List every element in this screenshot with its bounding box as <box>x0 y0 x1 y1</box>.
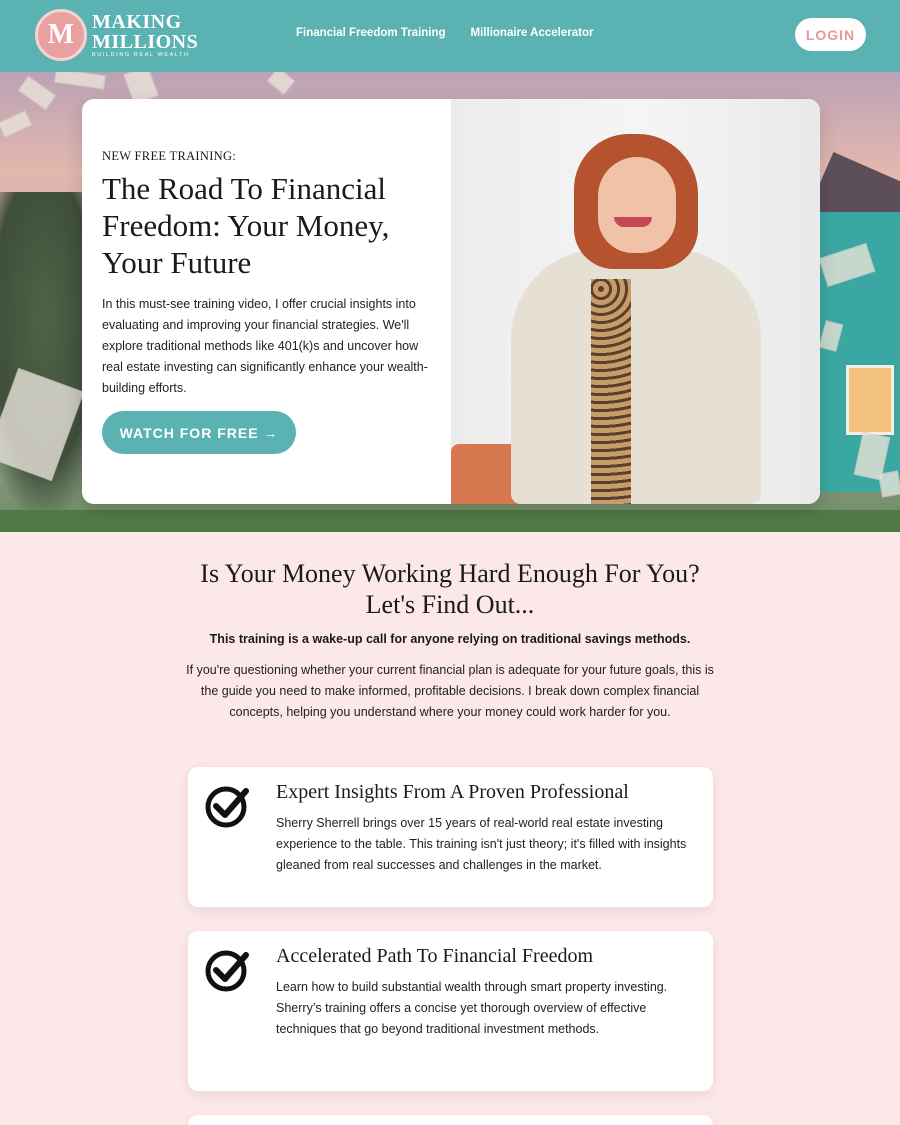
feature-card-expert-insights: Expert Insights From A Proven Profession… <box>188 767 713 907</box>
flying-money-bill <box>17 75 57 111</box>
hero-card: NEW FREE TRAINING: The Road To Financial… <box>82 99 820 504</box>
hero-title: The Road To Financial Freedom: Your Mone… <box>102 171 390 280</box>
background-grass <box>0 510 900 532</box>
flying-money-bill <box>266 72 296 95</box>
flying-money-bill <box>0 110 32 138</box>
logo-badge-icon: M <box>35 9 87 61</box>
watch-for-free-button[interactable]: WATCH FOR FREE → <box>102 411 296 454</box>
logo-line-millions: MILLIONS <box>92 30 199 53</box>
section-title: Is Your Money Working Hard Enough For Yo… <box>200 559 700 619</box>
section-bold-line: This training is a wake-up call for anyo… <box>209 632 691 646</box>
photo-leopard-shirt <box>591 279 631 504</box>
photo-smile <box>614 217 652 227</box>
login-button[interactable]: LOGIN <box>795 18 866 51</box>
hero-description: In this must-see training video, I offer… <box>102 297 428 395</box>
logo-monogram: M <box>47 19 75 50</box>
section-body: If you're questioning whether your curre… <box>186 663 714 719</box>
feature-card-partial <box>188 1115 713 1125</box>
presenter-photo <box>451 99 820 504</box>
logo-tagline: BUILDING REAL WEALTH <box>92 51 190 58</box>
logo-wordmark: MAKING MILLIONS BUILDING REAL WEALTH <box>92 12 198 59</box>
feature-title: Accelerated Path To Financial Freedom <box>276 945 594 967</box>
flying-money-bill <box>54 72 106 90</box>
feature-title: Expert Insights From A Proven Profession… <box>276 781 629 803</box>
hero-text-block: NEW FREE TRAINING: The Road To Financial… <box>102 149 432 399</box>
main-nav: Financial Freedom Training Millionaire A… <box>296 27 593 39</box>
photo-face <box>598 157 676 253</box>
feature-description: Sherry Sherrell brings over 15 years of … <box>276 816 687 872</box>
feature-card-accelerated-path: Accelerated Path To Financial Freedom Le… <box>188 931 713 1091</box>
check-circle-icon <box>205 786 249 828</box>
nav-link-financial-freedom-training[interactable]: Financial Freedom Training <box>296 27 446 39</box>
hero-eyebrow: NEW FREE TRAINING: <box>102 149 237 163</box>
flying-money-bill <box>878 470 900 498</box>
feature-description: Learn how to build substantial wealth th… <box>276 980 668 1036</box>
logo[interactable]: M MAKING MILLIONS BUILDING REAL WEALTH <box>35 9 198 61</box>
check-circle-icon <box>205 950 249 992</box>
logo-line-making: MAKING <box>92 10 182 33</box>
background-house-window <box>846 365 894 435</box>
site-header: M MAKING MILLIONS BUILDING REAL WEALTH F… <box>0 0 900 72</box>
nav-link-millionaire-accelerator[interactable]: Millionaire Accelerator <box>471 27 594 39</box>
photo-jacket <box>511 249 761 504</box>
